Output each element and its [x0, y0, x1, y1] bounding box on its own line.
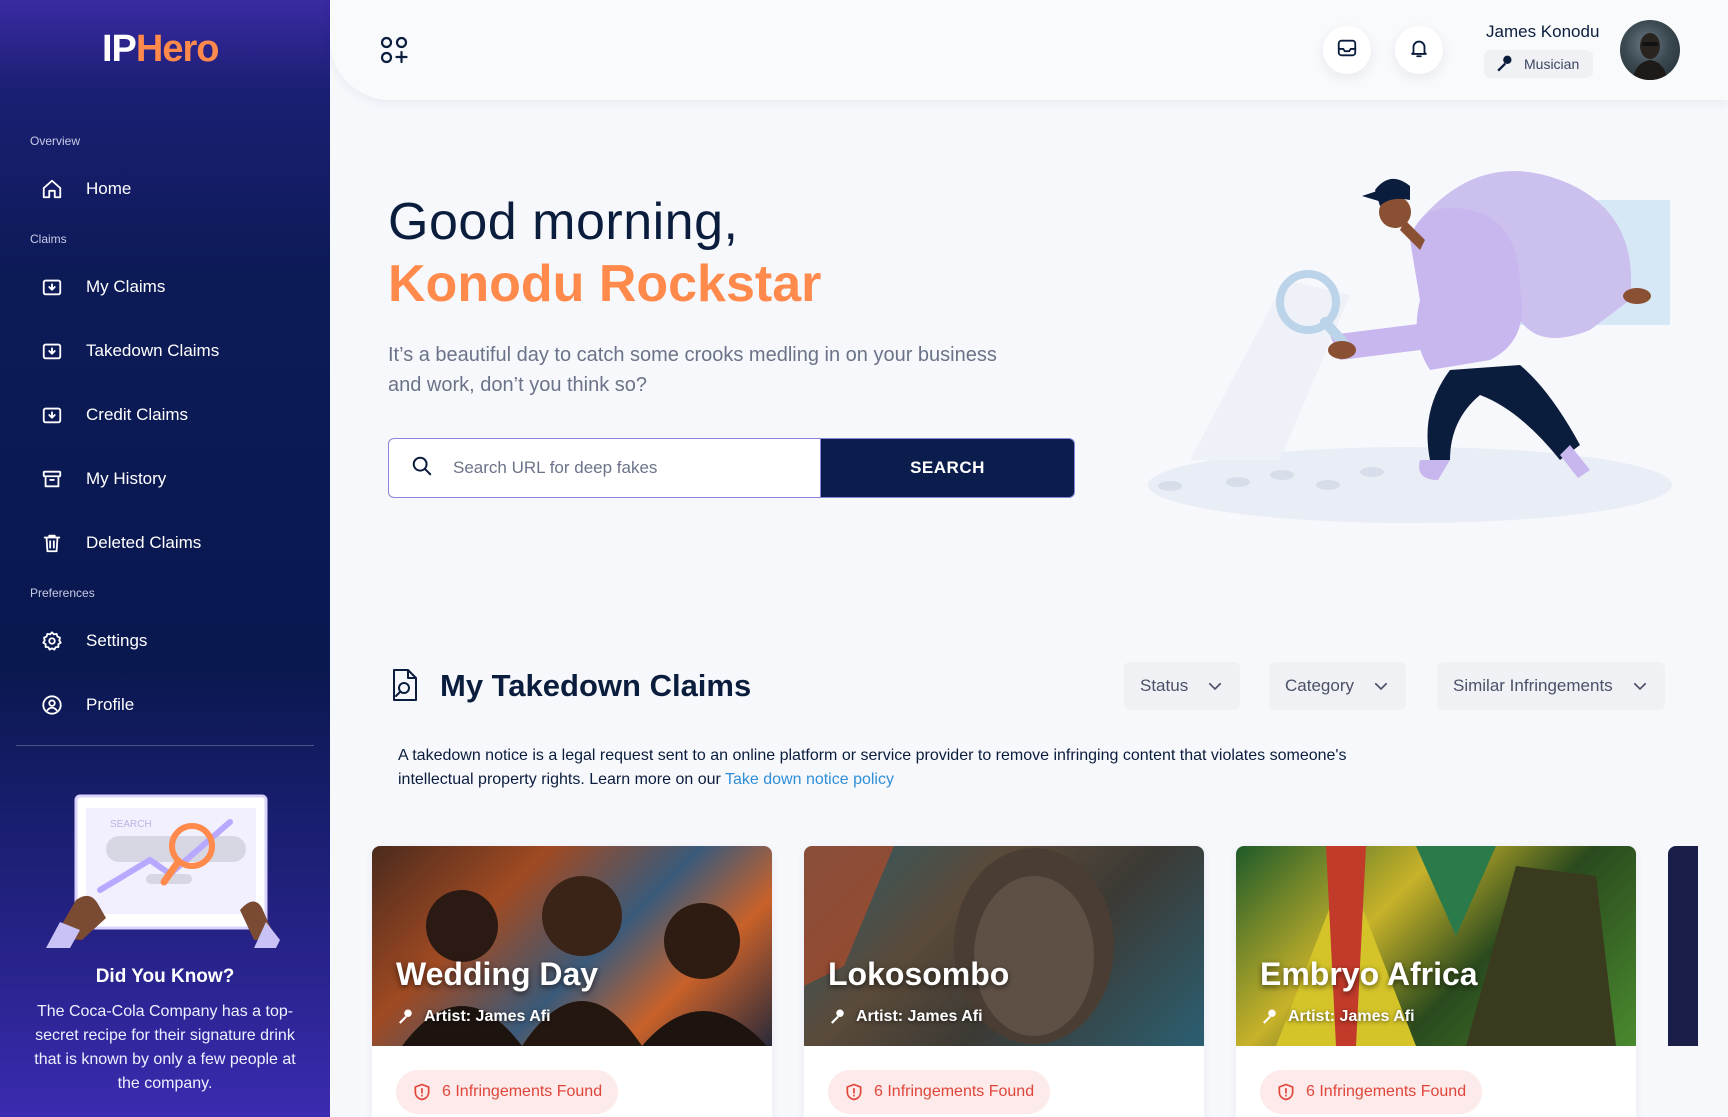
search-button[interactable]: SEARCH	[820, 438, 1075, 498]
filter-label: Category	[1285, 676, 1354, 695]
category-filter-dropdown[interactable]: Category	[1269, 662, 1406, 710]
claim-card-title: Lokosombo	[828, 956, 1010, 992]
home-icon	[40, 177, 64, 201]
infringements-label: 6 Infringements Found	[1306, 1083, 1467, 1100]
infringements-label: 6 Infringements Found	[874, 1083, 1035, 1100]
sidebar-item-label: Profile	[86, 695, 135, 714]
sidebar-item-label: Deleted Claims	[86, 533, 202, 552]
sidebar-item-credit-claims[interactable]: Credit Claims	[40, 400, 188, 430]
user-circle-icon	[40, 693, 64, 717]
claim-card-artist: Artist: James Afi	[396, 1008, 551, 1026]
avatar[interactable]	[1620, 20, 1680, 80]
download-box-icon	[40, 275, 64, 299]
infringements-badge[interactable]: 6 Infringements Found	[828, 1070, 1051, 1114]
section-label-claims: Claims	[30, 232, 67, 246]
search-input[interactable]	[453, 458, 773, 478]
greeting-name: Konodu Rockstar	[388, 255, 822, 313]
chevron-down-icon	[1631, 677, 1649, 695]
takedown-description: A takedown notice is a legal request sen…	[398, 744, 1358, 792]
apps-add-icon[interactable]	[380, 36, 408, 64]
chevron-down-icon	[1372, 677, 1390, 695]
claim-card-cover: Wedding Day Artist: James Afi	[372, 846, 772, 1046]
claim-card[interactable]: Lokosombo Artist: James Afi 6 Infringeme…	[804, 846, 1204, 1117]
microphone-icon	[396, 1008, 414, 1026]
microphone-icon	[828, 1008, 846, 1026]
user-name: James Konodu	[1486, 22, 1600, 41]
takedown-section-title: My Takedown Claims	[440, 668, 752, 703]
bell-icon	[1408, 37, 1430, 64]
sidebar-item-settings[interactable]: Settings	[40, 626, 147, 656]
shield-alert-icon	[412, 1082, 432, 1102]
claim-card-title: Embryo Africa	[1260, 956, 1478, 992]
filter-label: Status	[1140, 676, 1189, 695]
sidebar-item-my-claims[interactable]: My Claims	[40, 272, 165, 302]
claim-card[interactable]: Wedding Day Artist: James Afi 6 Infringe…	[372, 846, 772, 1117]
trash-icon	[40, 531, 64, 555]
chevron-down-icon	[1206, 677, 1224, 695]
sidebar-item-takedown-claims[interactable]: Takedown Claims	[40, 336, 219, 366]
claim-card-title: Wedding Day	[396, 956, 599, 992]
sidebar-item-label: Home	[86, 179, 132, 198]
hero-subtitle: It’s a beautiful day to catch some crook…	[388, 344, 997, 396]
infringements-badge[interactable]: 6 Infringements Found	[1260, 1070, 1483, 1114]
section-label-preferences: Preferences	[30, 586, 95, 600]
sidebar-item-deleted-claims[interactable]: Deleted Claims	[40, 528, 201, 558]
did-you-know-title: Did You Know?	[95, 966, 235, 987]
claim-card-artist: Artist: James Afi	[1260, 1008, 1415, 1026]
did-you-know-illustration: SEARCH	[40, 790, 280, 950]
sidebar-item-label: Takedown Claims	[86, 341, 220, 360]
filter-label: Similar Infringements	[1453, 676, 1613, 695]
detective-illustration	[1120, 160, 1680, 530]
did-you-know-text: The Coca-Cola Company has a top-secret r…	[34, 1003, 296, 1092]
shield-alert-icon	[844, 1082, 864, 1102]
status-filter-dropdown[interactable]: Status	[1124, 662, 1241, 710]
microphone-icon	[1260, 1008, 1278, 1026]
claim-card-partial[interactable]	[1668, 846, 1698, 1046]
search-icon	[411, 455, 433, 482]
claim-card-cover: Embryo Africa Artist: James Afi	[1236, 846, 1636, 1046]
brand-logo-hero: Hero	[135, 28, 220, 70]
takedown-policy-link[interactable]: Take down notice policy	[725, 771, 894, 788]
microphone-icon	[1494, 54, 1514, 74]
claim-card-cover: Lokosombo Artist: James Afi	[804, 846, 1204, 1046]
sidebar-item-label: Settings	[86, 631, 148, 650]
deepfake-search-box	[388, 438, 820, 498]
sidebar-item-profile[interactable]: Profile	[40, 690, 134, 720]
user-role-label: Musician	[1524, 56, 1580, 72]
document-search-icon	[390, 668, 422, 704]
sidebar-item-label: Credit Claims	[86, 405, 189, 424]
claim-card-artist-label: Artist: James Afi	[856, 1008, 983, 1025]
download-box-icon	[40, 339, 64, 363]
sidebar-item-label: My Claims	[86, 277, 166, 296]
notifications-button[interactable]	[1395, 26, 1443, 74]
download-box-icon	[40, 403, 64, 427]
inbox-icon	[1336, 37, 1358, 64]
sidebar-item-my-history[interactable]: My History	[40, 464, 166, 494]
claim-card-artist: Artist: James Afi	[828, 1008, 983, 1026]
section-label-overview: Overview	[30, 134, 81, 148]
infringements-badge[interactable]: 6 Infringements Found	[396, 1070, 619, 1114]
infringements-label: 6 Infringements Found	[442, 1083, 603, 1100]
sidebar-item-label: My History	[86, 469, 167, 488]
brand-logo-ip: IP	[102, 28, 137, 70]
archive-icon	[40, 467, 64, 491]
sidebar: IPHero Overview Home Claims My Claims Ta…	[0, 0, 330, 1117]
brand-logo[interactable]: IPHero	[102, 28, 220, 71]
sidebar-divider	[16, 745, 314, 746]
claim-card-artist-label: Artist: James Afi	[1288, 1008, 1415, 1025]
claim-card[interactable]: Embryo Africa Artist: James Afi 6 Infrin…	[1236, 846, 1636, 1117]
gear-icon	[40, 629, 64, 653]
user-role-badge: Musician	[1484, 50, 1594, 78]
did-you-know-illustration-text: SEARCH	[110, 819, 152, 830]
claim-card-artist-label: Artist: James Afi	[424, 1008, 551, 1025]
shield-alert-icon	[1276, 1082, 1296, 1102]
similar-infringements-filter-dropdown[interactable]: Similar Infringements	[1437, 662, 1665, 710]
greeting-line: Good morning,	[388, 193, 739, 251]
sidebar-item-home[interactable]: Home	[40, 174, 131, 204]
inbox-button[interactable]	[1323, 26, 1371, 74]
